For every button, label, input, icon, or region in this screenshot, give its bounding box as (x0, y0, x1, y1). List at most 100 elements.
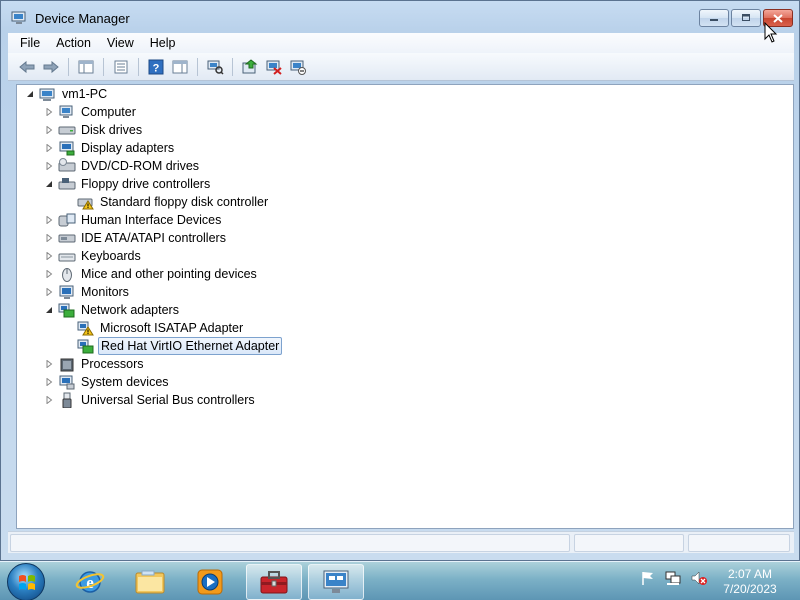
start-button[interactable] (7, 563, 45, 600)
no-expander (63, 197, 73, 207)
minimize-icon (710, 19, 718, 21)
back-icon (19, 60, 35, 73)
status-bar (8, 531, 794, 553)
action-pane-button[interactable] (169, 56, 191, 78)
computer-icon (58, 104, 76, 120)
tree-item[interactable]: Disk drives (44, 121, 144, 139)
tree-item[interactable]: vm1-PC (25, 85, 109, 103)
tree-item[interactable]: Computer (44, 103, 138, 121)
menu-action[interactable]: Action (50, 36, 97, 50)
expand-arrow-icon[interactable] (44, 107, 54, 117)
properties-button[interactable] (110, 56, 132, 78)
tree-item[interactable]: IDE ATA/ATAPI controllers (44, 229, 228, 247)
tree-item[interactable]: DVD/CD-ROM drives (44, 157, 201, 175)
show-hide-console-tree-icon (78, 60, 94, 73)
tree-item-label: Network adapters (81, 303, 179, 317)
device-manager-window: Device Manager File Action View Help ? v… (0, 0, 800, 561)
taskbar-windows-explorer[interactable] (122, 564, 178, 600)
collapse-arrow-icon[interactable] (25, 89, 35, 99)
expand-arrow-icon[interactable] (44, 251, 54, 261)
tree-item-label: Computer (81, 105, 136, 119)
help-icon: ? (148, 59, 164, 74)
network-icon[interactable] (664, 570, 682, 586)
tree-item-label: System devices (81, 375, 169, 389)
uninstall-icon (266, 60, 282, 75)
forward-icon (43, 60, 59, 73)
action-center-flag-icon[interactable] (640, 570, 656, 586)
svg-text:?: ? (153, 62, 160, 74)
update-driver-button[interactable] (239, 56, 261, 78)
scan-hardware-button[interactable] (204, 56, 226, 78)
collapse-arrow-icon[interactable] (44, 179, 54, 189)
mouse-cursor-icon (764, 22, 778, 43)
toolbar-separator (197, 57, 198, 76)
back-button[interactable] (16, 56, 38, 78)
toolbar-separator (103, 57, 104, 76)
tree-item[interactable]: Display adapters (44, 139, 176, 157)
toolbar-separator (68, 57, 69, 76)
minimize-button[interactable] (699, 9, 729, 27)
title-bar[interactable]: Device Manager (1, 1, 799, 33)
expand-arrow-icon[interactable] (44, 233, 54, 243)
tree-item[interactable]: Floppy drive controllers (44, 175, 212, 193)
taskbar-internet-explorer[interactable]: e (62, 564, 118, 600)
system-clock[interactable]: 2:07 AM 7/20/2023 (712, 567, 788, 597)
tree-item[interactable]: Universal Serial Bus controllers (44, 391, 257, 409)
expand-arrow-icon[interactable] (44, 215, 54, 225)
tree-item[interactable]: System devices (44, 373, 171, 391)
tree-item[interactable]: Keyboards (44, 247, 143, 265)
tree-item[interactable]: Microsoft ISATAP Adapter (63, 319, 245, 337)
expand-arrow-icon[interactable] (44, 395, 54, 405)
tree-item[interactable]: Human Interface Devices (44, 211, 223, 229)
tree-item[interactable]: Network adapters (44, 301, 181, 319)
forward-button[interactable] (40, 56, 62, 78)
ide-controller-icon (58, 230, 76, 246)
dvd-drive-icon (58, 158, 76, 174)
volume-muted-icon[interactable] (690, 570, 708, 586)
expand-arrow-icon[interactable] (44, 377, 54, 387)
expand-arrow-icon[interactable] (44, 287, 54, 297)
clock-time: 2:07 AM (727, 567, 773, 581)
menu-view[interactable]: View (101, 36, 140, 50)
tree-item[interactable]: Monitors (44, 283, 131, 301)
device-tree-pane[interactable]: vm1-PC Computer Disk drives Display adapter… (16, 84, 794, 529)
computer-root-icon (39, 86, 57, 102)
tree-item[interactable]: Mice and other pointing devices (44, 265, 259, 283)
expand-arrow-icon[interactable] (44, 143, 54, 153)
clock-date: 7/20/2023 (723, 582, 777, 596)
collapse-arrow-icon[interactable] (44, 305, 54, 315)
status-segment (10, 534, 570, 552)
maximize-button[interactable] (731, 9, 761, 27)
menu-help[interactable]: Help (144, 36, 182, 50)
expand-arrow-icon[interactable] (44, 125, 54, 135)
tree-item-label: vm1-PC (62, 87, 108, 101)
windows-logo-icon (19, 575, 35, 590)
tree-item-label: Display adapters (81, 141, 175, 155)
expand-arrow-icon[interactable] (44, 269, 54, 279)
toolbar: ? (8, 53, 794, 81)
tree-item[interactable]: Processors (44, 355, 146, 373)
taskbar-device-manager[interactable] (308, 564, 364, 600)
taskbar-media-player[interactable] (182, 564, 238, 600)
system-device-icon (58, 374, 76, 390)
tree-item-label: Red Hat VirtIO Ethernet Adapter (98, 337, 283, 355)
tree-item[interactable]: Standard floppy disk controller (63, 193, 270, 211)
network-adapter-icon (77, 338, 95, 354)
taskbar: e 2:07 AM 7/20/2023 (0, 561, 800, 600)
status-segment (574, 534, 684, 552)
expand-arrow-icon[interactable] (44, 359, 54, 369)
disable-button[interactable] (287, 56, 309, 78)
expand-arrow-icon[interactable] (44, 161, 54, 171)
keyboard-icon (58, 248, 76, 264)
menu-file[interactable]: File (14, 36, 46, 50)
action-pane-icon (172, 60, 188, 73)
show-hide-console-tree-button[interactable] (75, 56, 97, 78)
tree-item[interactable]: Red Hat VirtIO Ethernet Adapter (63, 337, 283, 355)
maximize-icon (742, 14, 750, 21)
media-player-icon (197, 569, 223, 595)
help-button[interactable]: ? (145, 56, 167, 78)
toolbar-separator (232, 57, 233, 76)
update-driver-icon (242, 58, 258, 73)
taskbar-toolbox[interactable] (246, 564, 302, 600)
uninstall-button[interactable] (263, 56, 285, 78)
